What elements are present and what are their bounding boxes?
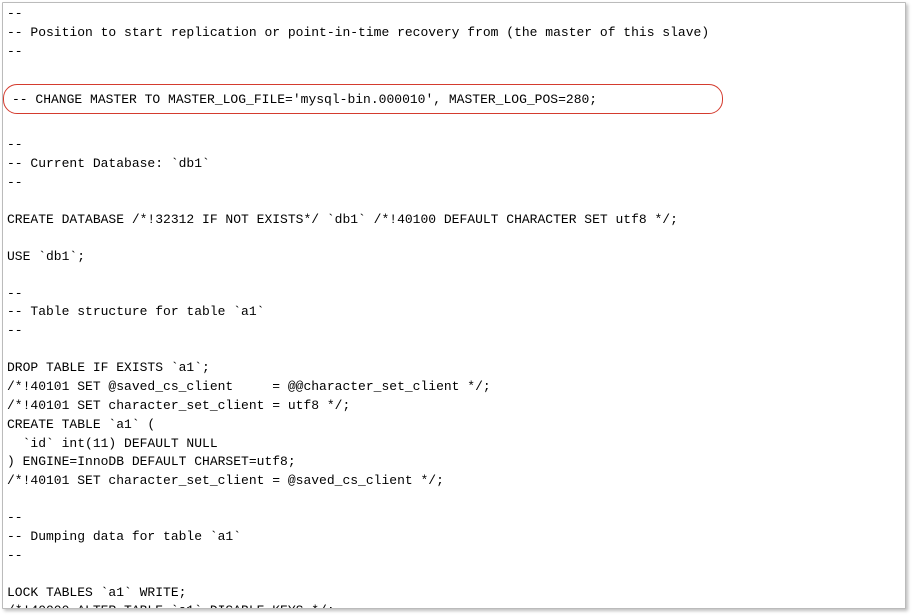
sql-comment: -- — [7, 547, 901, 566]
sql-comment: -- — [7, 174, 901, 193]
blank-line — [7, 230, 901, 248]
set-statement: /*!40101 SET character_set_client = utf8… — [7, 397, 901, 416]
change-master-statement: -- CHANGE MASTER TO MASTER_LOG_FILE='mys… — [12, 91, 714, 110]
create-database-statement: CREATE DATABASE /*!32312 IF NOT EXISTS*/… — [7, 211, 901, 230]
sql-comment: -- Position to start replication or poin… — [7, 24, 901, 43]
column-definition: `id` int(11) DEFAULT NULL — [7, 435, 901, 454]
sql-comment: -- — [7, 136, 901, 155]
set-statement: /*!40101 SET character_set_client = @sav… — [7, 472, 901, 491]
change-master-highlight: -- CHANGE MASTER TO MASTER_LOG_FILE='mys… — [3, 84, 723, 115]
set-statement: /*!40101 SET @saved_cs_client = @@charac… — [7, 378, 901, 397]
blank-line — [7, 566, 901, 584]
sql-comment: -- — [7, 43, 901, 62]
sql-dump-frame: -- -- Position to start replication or p… — [2, 2, 906, 609]
use-statement: USE `db1`; — [7, 248, 901, 267]
blank-line — [7, 118, 901, 136]
create-table-statement: CREATE TABLE `a1` ( — [7, 416, 901, 435]
sql-comment: -- Table structure for table `a1` — [7, 303, 901, 322]
sql-comment: -- Dumping data for table `a1` — [7, 528, 901, 547]
blank-line — [7, 193, 901, 211]
blank-line — [7, 62, 901, 80]
sql-comment: -- — [7, 5, 901, 24]
create-table-end: ) ENGINE=InnoDB DEFAULT CHARSET=utf8; — [7, 453, 901, 472]
drop-table-statement: DROP TABLE IF EXISTS `a1`; — [7, 359, 901, 378]
lock-tables-statement: LOCK TABLES `a1` WRITE; — [7, 584, 901, 603]
alter-table-statement: /*!40000 ALTER TABLE `a1` DISABLE KEYS *… — [7, 602, 901, 609]
blank-line — [7, 341, 901, 359]
blank-line — [7, 491, 901, 509]
blank-line — [7, 267, 901, 285]
sql-comment: -- — [7, 509, 901, 528]
sql-comment: -- Current Database: `db1` — [7, 155, 901, 174]
sql-comment: -- — [7, 285, 901, 304]
sql-comment: -- — [7, 322, 901, 341]
